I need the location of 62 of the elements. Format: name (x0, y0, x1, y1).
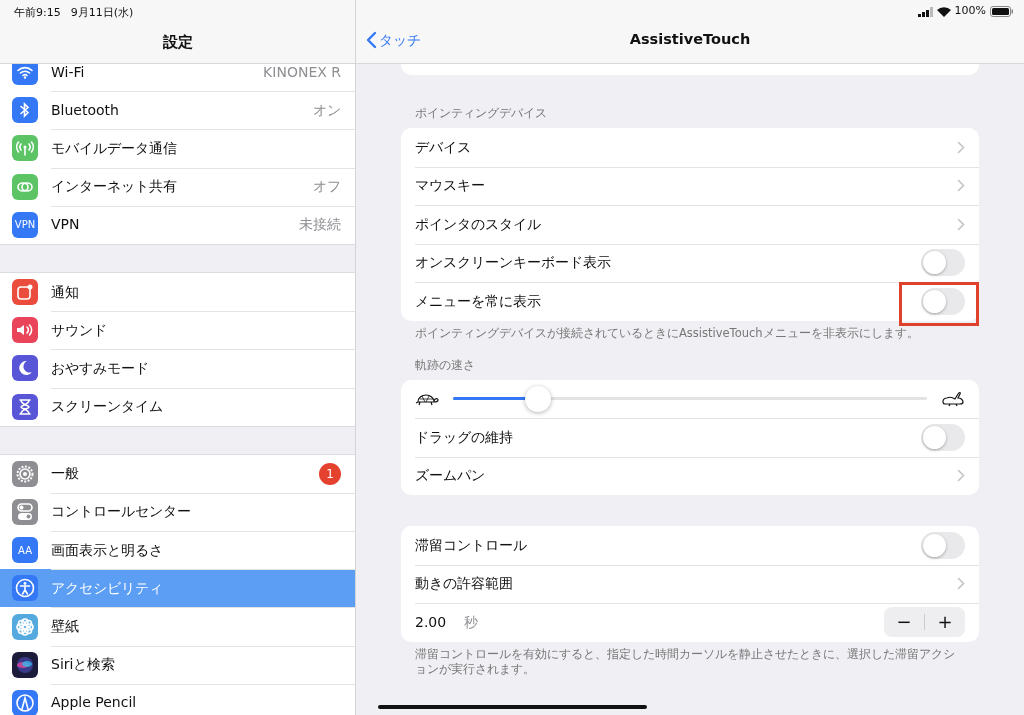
back-button[interactable]: タッチ (356, 28, 427, 52)
sidebar-item[interactable]: Siriと検索 (0, 645, 355, 684)
sidebar-item[interactable]: 一般 1 (0, 454, 355, 493)
row-label: オンスクリーンキーボード表示 (415, 253, 612, 273)
toggle-switch[interactable] (921, 249, 965, 277)
sidebar-title: 設定 (162, 32, 193, 51)
settings-row[interactable]: 動きの許容範囲 (401, 564, 979, 603)
unit-label: 秒 (464, 613, 479, 630)
section-header: ポインティングデバイス (415, 106, 547, 120)
toggle-switch[interactable] (921, 287, 965, 315)
status-time: 午前9:15 (14, 5, 61, 21)
increment-button[interactable]: + (925, 607, 965, 638)
sidebar-item[interactable]: インターネット共有 オフ (0, 167, 355, 206)
item-value: オフ (313, 177, 341, 197)
sidebar-item[interactable]: モバイルデータ通信 (0, 129, 355, 168)
settings-row[interactable]: ポインタのスタイル (401, 205, 979, 244)
notification-badge: 1 (319, 462, 341, 485)
status-date: 9月11日(水) (70, 5, 134, 21)
row-label: ドラッグの維持 (415, 427, 514, 447)
value-text: 2.00 (415, 612, 447, 632)
battery-percentage: 100% (954, 3, 986, 20)
sidebar-item[interactable]: コントロールセンター (0, 492, 355, 532)
rabbit-icon (941, 390, 965, 407)
sidebar-item[interactable]: サウンド (0, 311, 355, 350)
sidebar-item[interactable]: Bluetooth オン (0, 91, 355, 130)
sidebar-item[interactable]: スクリーンタイム (0, 387, 355, 426)
sidebar-item[interactable]: おやすみモード (0, 349, 355, 388)
chevron-icon (957, 217, 965, 231)
slider-thumb[interactable] (525, 385, 552, 412)
speed-slider[interactable] (453, 385, 927, 412)
battery-icon (990, 6, 1014, 17)
sidebar-item[interactable]: AA 画面表示と明るさ (0, 531, 355, 570)
app-icon: VPN (12, 211, 38, 238)
signal-icon (917, 6, 933, 17)
item-value: 未接続 (299, 215, 341, 235)
chevron-icon (957, 577, 965, 591)
footnote: 滞留コントロールを有効にすると、指定した時間カーソルを静止させたときに、選択した滞留アクションが実行されます。 (414, 645, 956, 677)
chevron-icon (957, 469, 965, 483)
chevron-icon (957, 179, 965, 193)
toggle-switch[interactable] (921, 423, 965, 451)
row-label: 滞留コントロール (415, 535, 528, 555)
row-label: メニューを常に表示 (415, 291, 542, 311)
wifi-icon (936, 6, 951, 17)
footnote: ポインティングデバイスが接続されているときにAssistiveTouchメニューを非表示にします。 (414, 324, 920, 341)
chevron-icon (957, 140, 965, 154)
settings-row[interactable]: ズームパン (401, 456, 979, 495)
settings-row[interactable]: デバイス (401, 128, 979, 167)
sidebar-item[interactable]: 壁紙 (0, 607, 355, 646)
sidebar-item[interactable]: VPN VPN 未接続 (0, 205, 355, 244)
page-title: AssistiveTouch (629, 31, 751, 48)
turtle-icon (415, 391, 439, 406)
section-header: 軌跡の速さ (415, 357, 475, 372)
sidebar-item[interactable]: Apple Pencil (0, 683, 355, 715)
back-chevron-icon (366, 31, 377, 49)
item-value: オン (313, 100, 341, 120)
toggle-switch[interactable] (921, 531, 965, 559)
item-value: KINONEX R (263, 64, 341, 82)
settings-row[interactable]: マウスキー (401, 166, 979, 205)
sidebar-item[interactable]: 通知 (0, 272, 355, 312)
app-icon: AA (12, 537, 38, 564)
decrement-button[interactable]: − (884, 607, 924, 638)
sidebar-item[interactable]: Wi-Fi KINONEX R (0, 64, 355, 92)
